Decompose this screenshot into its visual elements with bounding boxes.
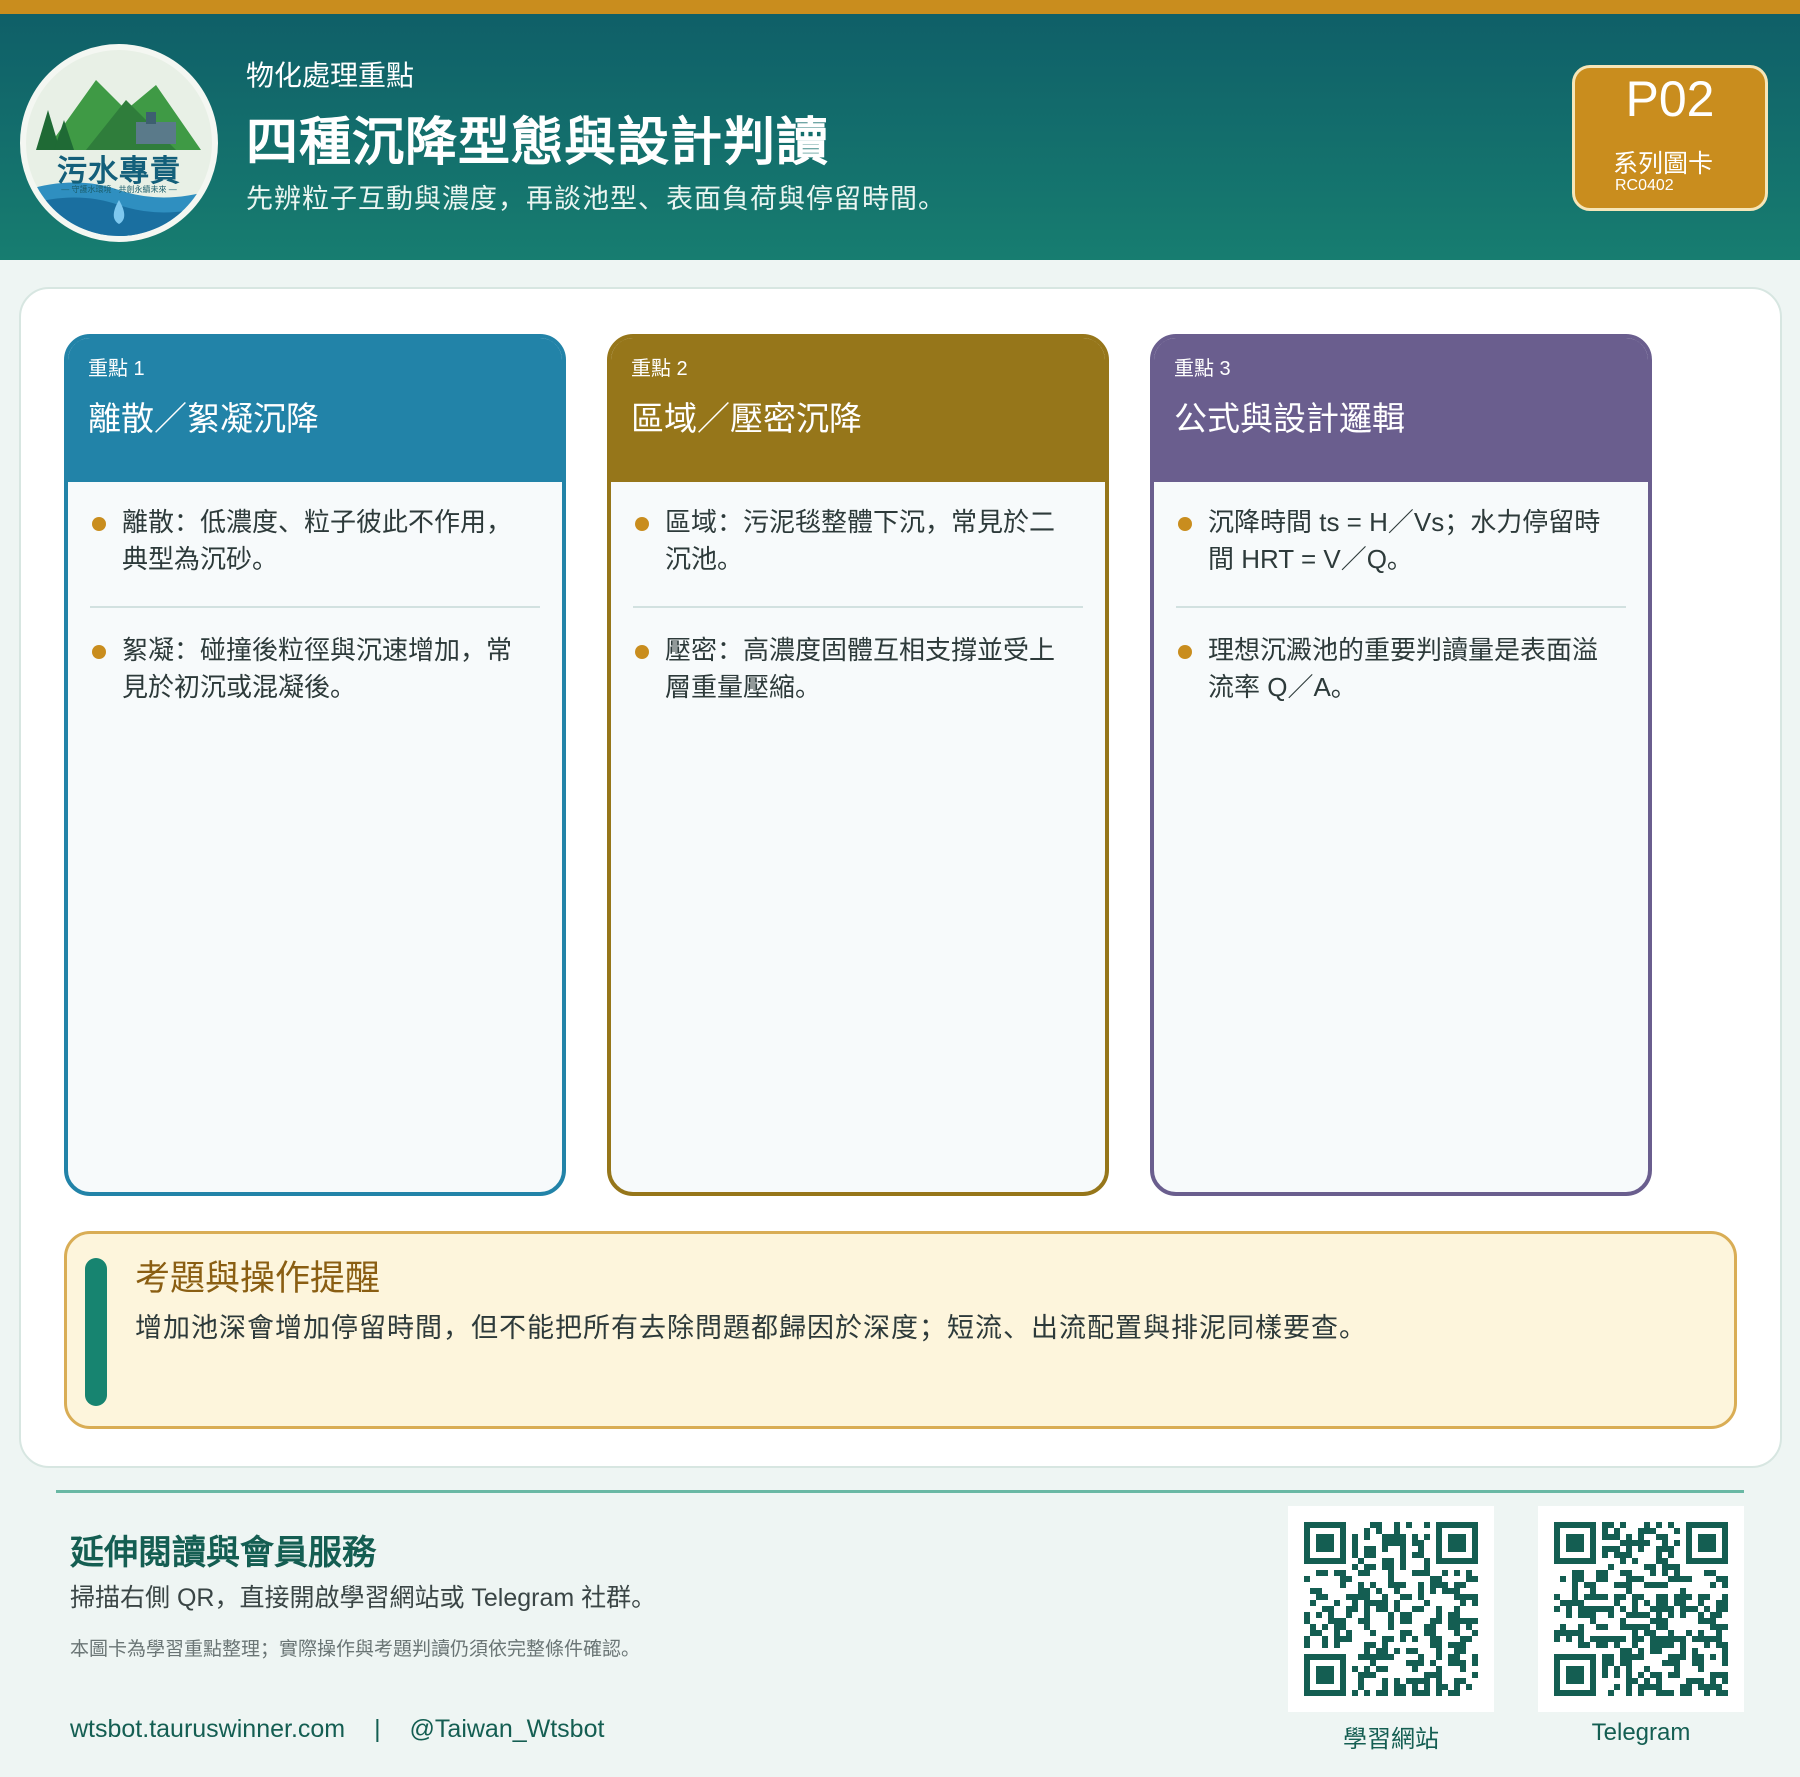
bullet-dot-icon (92, 645, 106, 659)
telegram-qr-code[interactable] (1538, 1506, 1744, 1712)
reminder-title: 考題與操作提醒 (135, 1259, 381, 1298)
reminder-box: 考題與操作提醒 增加池深會增加停留時間，但不能把所有去除問題都歸因於深度；短流、… (64, 1231, 1737, 1429)
card-point-2: 重點 2 區域／壓密沉降 區域：污泥毯整體下沉，常見於二沉池。 壓密：高濃度固體… (607, 334, 1109, 1196)
website-link[interactable]: wtsbot.tauruswinner.com (70, 1715, 345, 1744)
card-header: 重點 1 離散／絮凝沉降 (68, 338, 562, 482)
badge-label: 系列圖卡 (1613, 150, 1714, 178)
footer-divider (56, 1490, 1744, 1493)
logo-landscape-icon (26, 80, 212, 236)
card-number: 重點 2 (631, 358, 688, 380)
bullet-dot-icon (1178, 645, 1192, 659)
bullet-dot-icon (1178, 517, 1192, 531)
card-point-1: 重點 1 離散／絮凝沉降 離散：低濃度、粒子彼此不作用，典型為沉砂。 絮凝：碰撞… (64, 334, 566, 1196)
footer-note: 本圖卡為學習重點整理；實際操作與考題判讀仍須依完整條件確認。 (70, 1639, 641, 1660)
qr-code-icon (1554, 1522, 1728, 1696)
qr-label-website: 學習網站 (1343, 1726, 1439, 1753)
bullet-point: 理想沉澱池的重要判讀量是表面溢流率 Q／A。 (1178, 632, 1608, 706)
bullet-text: 離散：低濃度、粒子彼此不作用，典型為沉砂。 (122, 507, 513, 574)
badge-code: P02 (1625, 71, 1715, 127)
card-point-3: 重點 3 公式與設計邏輯 沉降時間 ts = H／Vs；水力停留時間 HRT =… (1150, 334, 1652, 1196)
bullet-point: 絮凝：碰撞後粒徑與沉速增加，常見於初沉或混凝後。 (92, 632, 522, 706)
telegram-handle-link[interactable]: @Taiwan_Wtsbot (410, 1715, 605, 1744)
bullet-point: 區域：污泥毯整體下沉，常見於二沉池。 (635, 504, 1065, 578)
card-number: 重點 3 (1174, 358, 1231, 380)
bullet-point: 沉降時間 ts = H／Vs；水力停留時間 HRT = V／Q。 (1178, 504, 1608, 578)
bullet-text: 壓密：高濃度固體互相支撐並受上層重量壓縮。 (665, 635, 1056, 702)
divider (1176, 606, 1626, 608)
logo: 污水專責 — 守護水環境 · 共創永續未來 — (20, 44, 218, 242)
page-subtitle: 先辨粒子互動與濃度，再談池型、表面負荷與停留時間。 (246, 184, 946, 214)
qr-code-icon (1304, 1522, 1478, 1696)
reminder-body: 增加池深會增加停留時間，但不能把所有去除問題都歸因於深度；短流、出流配置與排泥同… (135, 1313, 1367, 1343)
header-kicker: 物化處理重點 (246, 60, 415, 91)
card-header: 重點 2 區域／壓密沉降 (611, 338, 1105, 482)
bullet-point: 離散：低濃度、粒子彼此不作用，典型為沉砂。 (92, 504, 522, 578)
top-accent-bar (0, 0, 1800, 14)
bullet-text: 區域：污泥毯整體下沉，常見於二沉池。 (665, 507, 1056, 574)
link-separator: | (374, 1715, 381, 1743)
website-qr-code[interactable] (1288, 1506, 1494, 1712)
bullet-text: 沉降時間 ts = H／Vs；水力停留時間 HRT = V／Q。 (1208, 507, 1601, 574)
logo-tagline: — 守護水環境 · 共創永續未來 — (61, 185, 177, 194)
reminder-accent-bar (85, 1258, 107, 1406)
card-title: 區域／壓密沉降 (631, 400, 862, 437)
bullet-dot-icon (635, 645, 649, 659)
footer-links: wtsbot.tauruswinner.com | @Taiwan_Wtsbot (70, 1715, 604, 1744)
divider (633, 606, 1083, 608)
bullet-point: 壓密：高濃度固體互相支撐並受上層重量壓縮。 (635, 632, 1065, 706)
bullet-dot-icon (92, 517, 106, 531)
series-badge: P02 系列圖卡 RC0402 (1572, 65, 1768, 211)
footer-description: 掃描右側 QR，直接開啟學習網站或 Telegram 社群。 (70, 1584, 657, 1612)
qr-label-telegram: Telegram (1591, 1719, 1691, 1746)
divider (90, 606, 540, 608)
header: 污水專責 — 守護水環境 · 共創永續未來 — 物化處理重點 四種沉降型態與設計… (0, 14, 1800, 260)
page-title: 四種沉降型態與設計判讀 (246, 114, 830, 172)
footer-title: 延伸閱讀與會員服務 (70, 1534, 376, 1572)
card-number: 重點 1 (88, 358, 145, 380)
bullet-dot-icon (635, 517, 649, 531)
bullet-text: 理想沉澱池的重要判讀量是表面溢流率 Q／A。 (1208, 635, 1599, 702)
card-title: 離散／絮凝沉降 (88, 400, 319, 437)
badge-id: RC0402 (1615, 177, 1674, 194)
card-header: 重點 3 公式與設計邏輯 (1154, 338, 1648, 482)
bullet-text: 絮凝：碰撞後粒徑與沉速增加，常見於初沉或混凝後。 (122, 635, 513, 702)
card-title: 公式與設計邏輯 (1174, 400, 1405, 437)
